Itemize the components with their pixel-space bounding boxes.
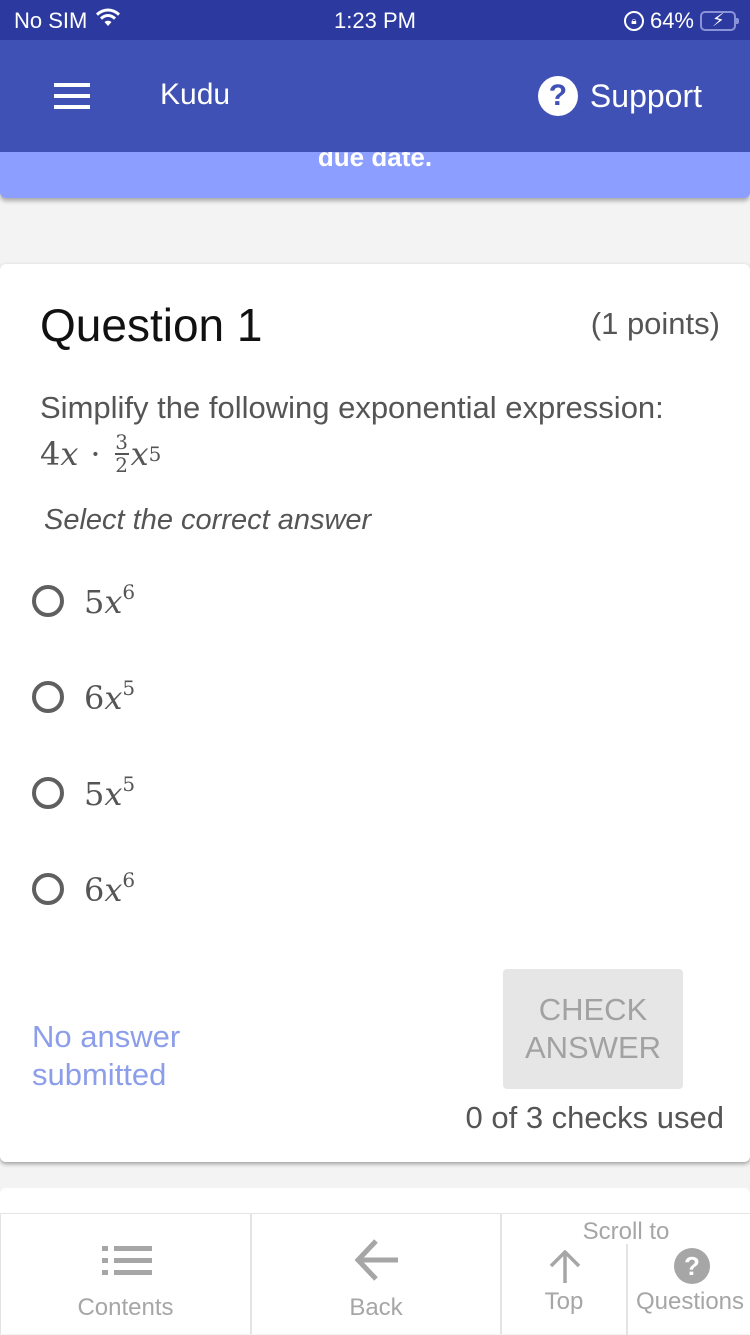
app-header: Kudu ? Support	[0, 40, 750, 152]
radio-button[interactable]	[32, 584, 64, 617]
answer-option[interactable]: 5x6	[32, 580, 135, 621]
expr-dot: ·	[90, 435, 101, 473]
expr-exponent: 5	[148, 442, 162, 466]
status-bar: No SIM 1:23 PM 🔒︎ 64% ⚡︎	[0, 0, 750, 40]
answer-option[interactable]: 6x5	[32, 676, 135, 717]
option-label: 5x5	[84, 772, 136, 813]
nav-back-button[interactable]: Back	[250, 1214, 500, 1334]
option-label: 6x6	[84, 868, 136, 909]
question-expression: 4x · 3 2 x5	[40, 432, 161, 476]
bottom-nav: Contents Back Scroll to Top ? Questions	[0, 1213, 750, 1335]
frac-numerator: 3	[115, 430, 128, 454]
nav-contents-label: Contents	[77, 1294, 174, 1321]
scroll-top-button[interactable]: Top	[502, 1244, 626, 1335]
expr-coef: 4	[40, 435, 61, 473]
option-label: 6x5	[84, 676, 136, 717]
nav-back-label: Back	[349, 1294, 403, 1321]
expr-var: x	[60, 435, 79, 473]
question-circle-icon: ?	[537, 76, 578, 116]
frac-denominator: 2	[115, 453, 128, 477]
arrow-left-icon	[354, 1238, 400, 1287]
battery-charging-icon: ⚡︎	[700, 10, 739, 31]
nav-contents-button[interactable]: Contents	[0, 1214, 250, 1334]
expr-var2: x	[130, 435, 149, 473]
scroll-top-label: Top	[544, 1288, 584, 1315]
option-label: 5x6	[84, 580, 136, 621]
expr-fraction: 3 2	[114, 430, 129, 477]
charging-bolt-icon: ⚡︎	[712, 10, 725, 30]
checks-used-counter: 0 of 3 checks used	[465, 1100, 725, 1135]
scroll-to-label: Scroll to	[582, 1218, 670, 1245]
arrow-up-icon	[548, 1249, 582, 1289]
check-answer-button[interactable]: CHECK ANSWER	[503, 969, 683, 1089]
scroll-questions-label: Questions	[635, 1288, 745, 1315]
scroll-questions-button[interactable]: ? Questions	[626, 1244, 750, 1335]
question-prompt: Simplify the following exponential expre…	[40, 390, 664, 425]
nav-scroll-to: Scroll to Top ? Questions	[500, 1214, 750, 1335]
question-points: (1 points)	[590, 306, 720, 341]
support-button[interactable]: ? Support	[537, 76, 702, 116]
question-circle-icon: ?	[674, 1248, 710, 1284]
radio-button[interactable]	[32, 776, 64, 809]
radio-button[interactable]	[32, 872, 64, 905]
hamburger-menu-icon[interactable]	[54, 83, 90, 109]
list-icon	[102, 1246, 152, 1276]
answer-instruction: Select the correct answer	[44, 504, 372, 536]
answer-option[interactable]: 5x5	[32, 772, 135, 813]
support-label: Support	[589, 77, 702, 114]
rotation-lock-icon: 🔒︎	[623, 11, 644, 31]
radio-button[interactable]	[32, 680, 64, 713]
submission-status: No answer submitted	[32, 1019, 181, 1092]
answer-option[interactable]: 6x6	[32, 868, 135, 909]
question-card: Question 1 (1 points) Simplify the follo…	[0, 264, 750, 1162]
battery-percent: 64%	[649, 8, 694, 33]
question-title: Question 1	[40, 299, 263, 351]
app-title: Kudu	[160, 78, 231, 111]
